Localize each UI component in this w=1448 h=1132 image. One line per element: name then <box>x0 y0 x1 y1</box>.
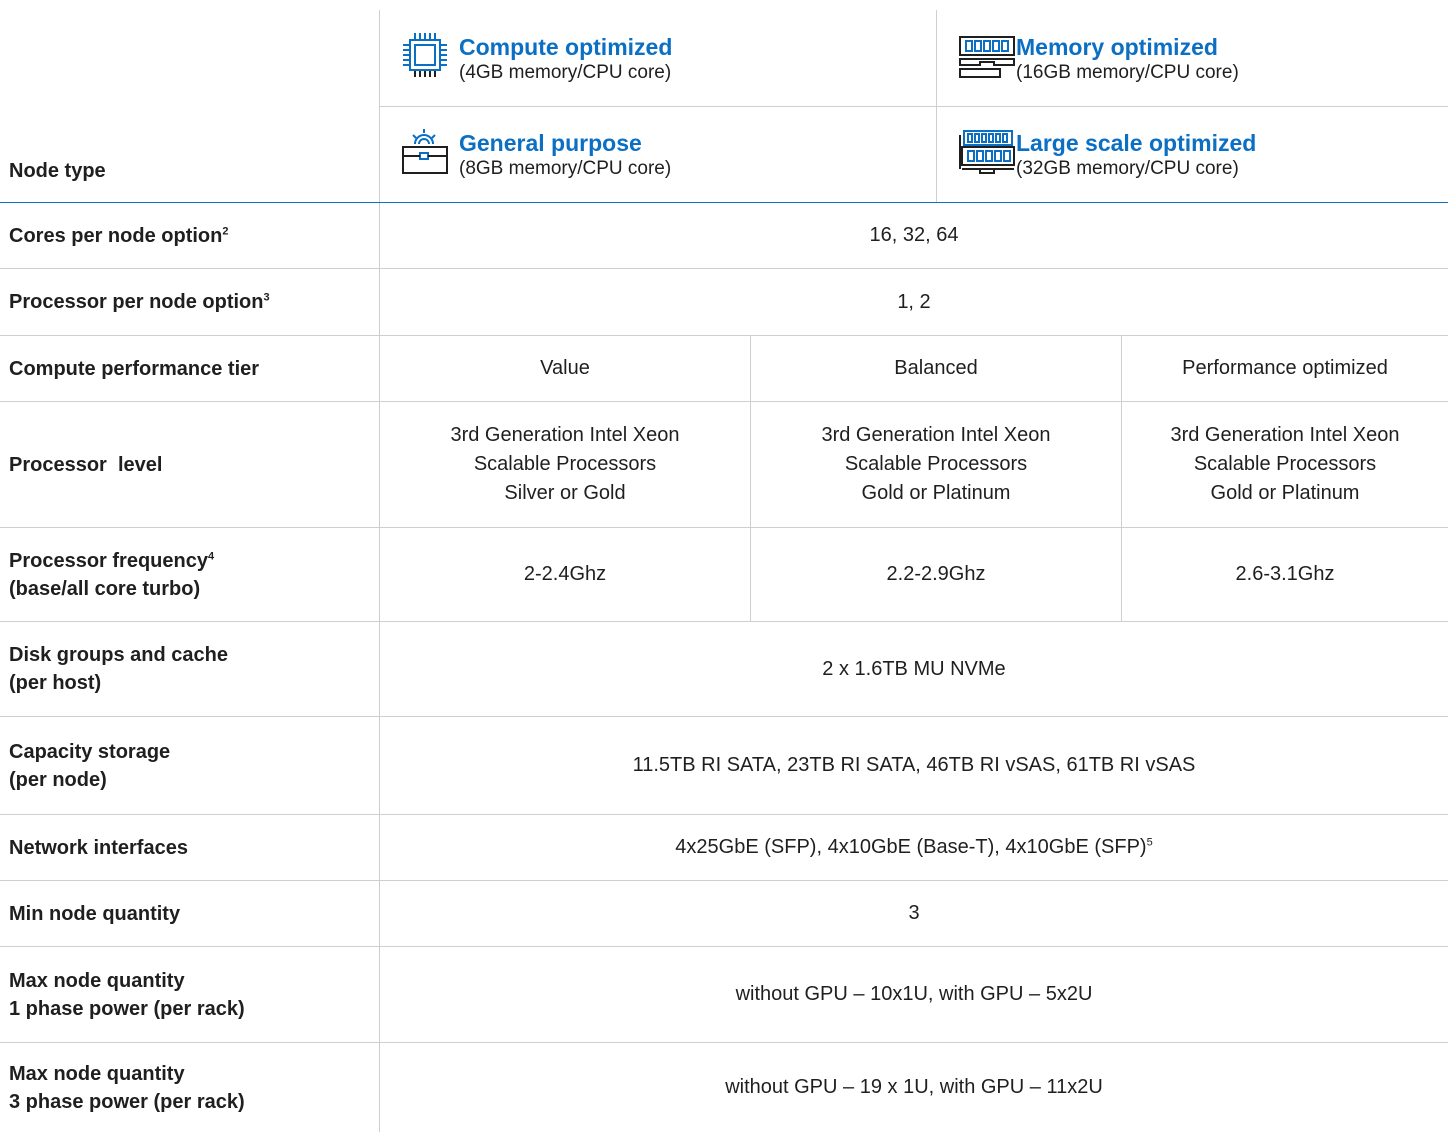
capacity-storage-label: Capacity storage (per node) <box>9 740 171 791</box>
toolbox-gear-icon <box>402 129 448 174</box>
max-node-1-phase-label: Max node quantity 1 phase power (per rack… <box>9 969 245 1020</box>
processor-level-performance: 3rd Generation Intel Xeon Scalable Proces… <box>1170 424 1400 504</box>
node-type-memory-optimized: Memory optimized (16GB memory/CPU core) <box>958 33 1239 85</box>
node-type-subtitle: (16GB memory/CPU core) <box>1016 62 1239 83</box>
processor-per-node-value: 1, 2 <box>897 290 931 313</box>
header-mid-rule <box>379 106 1448 107</box>
capacity-storage-value: 11.5TB RI SATA, 23TB RI SATA, 46TB RI vS… <box>632 754 1196 776</box>
node-type-title: Memory optimized <box>1016 34 1218 60</box>
processor-frequency-label: Processor frequency4 (base/all core turb… <box>9 549 215 600</box>
node-type-subtitle: (32GB memory/CPU core) <box>1016 158 1239 179</box>
node-type-large-scale-optimized: Large scale optimized (32GB memory/CPU c… <box>958 129 1256 181</box>
cores-per-node-value: 16, 32, 64 <box>869 224 959 246</box>
frequency-performance: 2.6-3.1Ghz <box>1235 563 1335 585</box>
performance-tier-label: Compute performance tier <box>9 357 260 380</box>
cpu-chip-icon <box>403 33 447 77</box>
disk-groups-value: 2 x 1.6TB MU NVMe <box>822 657 1006 680</box>
network-interfaces-value: 4x25GbE (SFP), 4x10GbE (Base-T), 4x10GbE… <box>675 836 1153 858</box>
memory-module-icon <box>959 36 1015 78</box>
disk-groups-label: Disk groups and cache (per host) <box>9 644 228 694</box>
node-type-label: Node type <box>9 160 106 182</box>
max-node-3-phase-label: Max node quantity 3 phase power (per rack… <box>9 1062 245 1113</box>
processor-level-value: 3rd Generation Intel Xeon Scalable Proces… <box>450 424 680 504</box>
node-type-title: General purpose <box>459 130 642 156</box>
tier-value: Value <box>540 357 590 379</box>
tier-balanced: Balanced <box>894 357 978 379</box>
processor-level-label: Processor level <box>9 453 163 476</box>
node-type-subtitle: (4GB memory/CPU core) <box>459 62 672 83</box>
tier-performance-optimized: Performance optimized <box>1182 357 1388 379</box>
network-interfaces-label: Network interfaces <box>9 836 188 859</box>
node-type-title: Large scale optimized <box>1016 130 1257 156</box>
max-node-1-phase-value: without GPU – 10x1U, with GPU – 5x2U <box>735 983 1093 1005</box>
node-type-compute-optimized: Compute optimized (4GB memory/CPU core) <box>401 33 672 85</box>
node-type-subtitle: (8GB memory/CPU core) <box>459 158 672 179</box>
min-node-quantity-label: Min node quantity <box>9 902 181 925</box>
cores-per-node-label: Cores per node option2 <box>9 224 229 247</box>
node-type-title: Compute optimized <box>459 34 673 60</box>
node-type-general-purpose: General purpose (8GB memory/CPU core) <box>401 129 671 181</box>
processor-level-balanced: 3rd Generation Intel Xeon Scalable Proces… <box>821 424 1051 504</box>
frequency-balanced: 2.2-2.9Ghz <box>886 563 986 585</box>
processor-per-node-label: Processor per node option3 <box>9 291 270 313</box>
min-node-quantity-value: 3 <box>908 902 920 924</box>
frequency-value: 2-2.4Ghz <box>523 563 607 585</box>
max-node-3-phase-value: without GPU – 19 x 1U, with GPU – 11x2U <box>725 1076 1103 1098</box>
stacked-memory-icon <box>959 130 1015 174</box>
